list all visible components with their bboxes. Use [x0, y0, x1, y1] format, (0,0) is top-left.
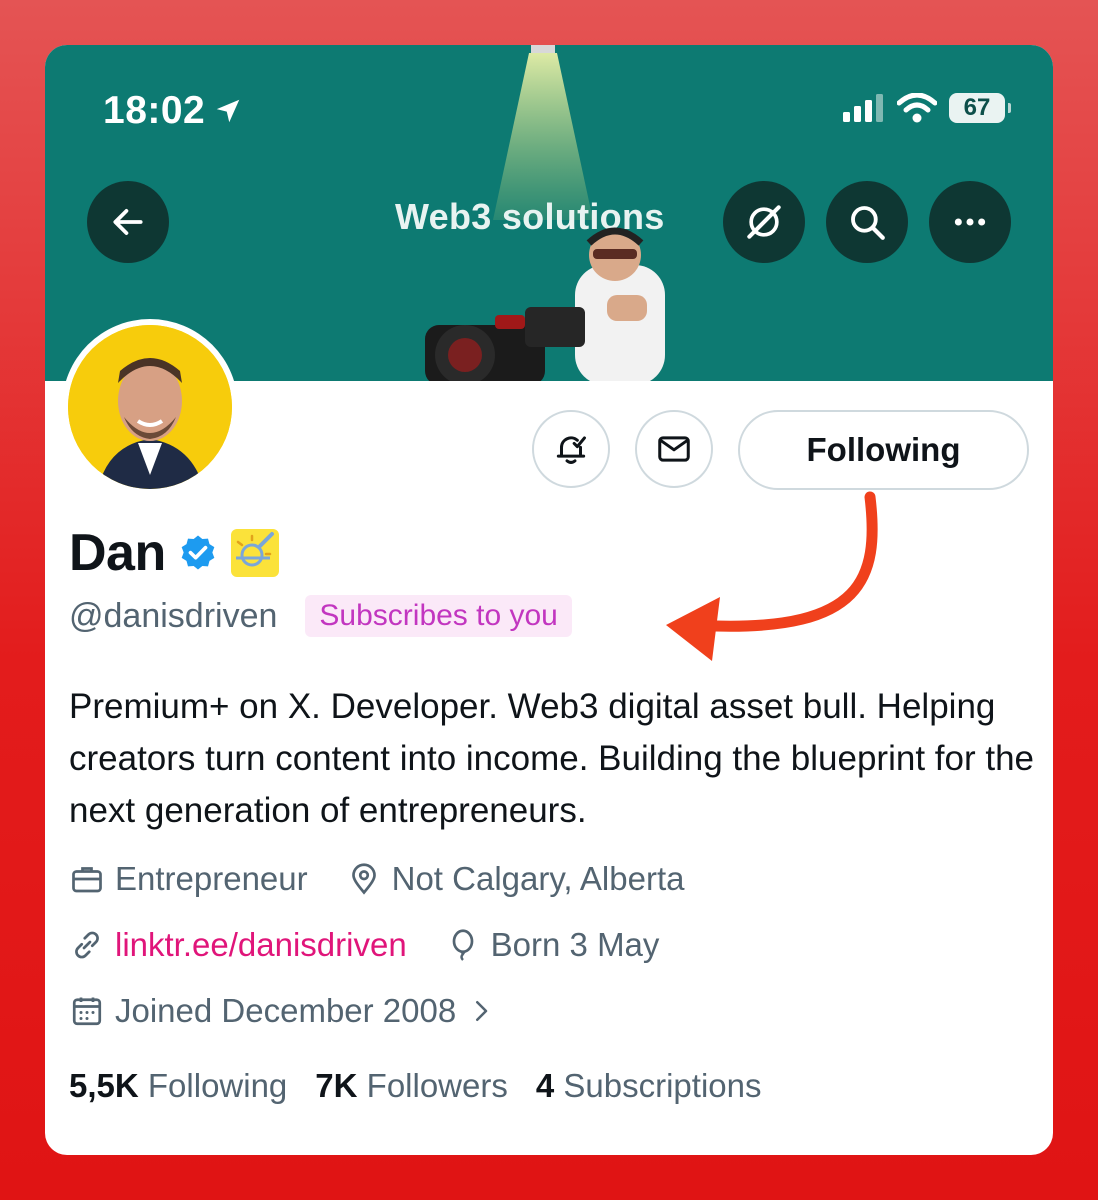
following-count: 5,5K	[69, 1067, 139, 1104]
battery-indicator: 67	[949, 93, 1011, 123]
website-item[interactable]: linktr.ee/danisdriven	[69, 926, 407, 964]
back-button[interactable]	[87, 181, 169, 263]
subscriptions-stat[interactable]: 4 Subscriptions	[536, 1067, 762, 1105]
display-name: Dan	[69, 524, 166, 582]
subscriptions-count: 4	[535, 1067, 555, 1104]
joined-item[interactable]: Joined December 2008	[69, 992, 496, 1030]
profile-banner: 18:02 67 Web3 solutions	[45, 45, 1053, 381]
meta-row-2: linktr.ee/danisdriven Born 3 May	[69, 926, 659, 964]
calendar-icon	[72, 997, 102, 1026]
status-time-text: 18:02	[103, 89, 206, 132]
avatar-photo	[68, 325, 232, 489]
location-arrow-icon	[217, 99, 240, 123]
profile-card: 18:02 67 Web3 solutions Following Dan @d…	[45, 45, 1053, 1155]
banner-photo	[425, 227, 665, 381]
following-label: Following	[147, 1067, 288, 1104]
follow-stats: 5,5K Following 7K Followers 4 Subscripti…	[69, 1067, 762, 1105]
search-button[interactable]	[826, 181, 908, 263]
location-icon	[351, 863, 376, 895]
followers-count: 7K	[315, 1067, 358, 1104]
status-time: 18:02	[103, 89, 243, 133]
category-text: Entrepreneur	[115, 860, 308, 897]
verified-icon[interactable]	[178, 533, 218, 573]
profile-bio: Premium+ on X. Developer. Web3 digital a…	[69, 687, 1034, 830]
name-row: Dan	[69, 523, 280, 583]
balloon-icon	[452, 929, 474, 961]
notifications-button[interactable]	[532, 410, 610, 488]
meta-row-1: Entrepreneur Not Calgary, Alberta	[69, 860, 684, 898]
category-item: Entrepreneur	[69, 860, 308, 898]
followers-stat[interactable]: 7K Followers	[315, 1067, 508, 1105]
website-link[interactable]: linktr.ee/danisdriven	[115, 926, 407, 964]
chevron-right-icon	[476, 1001, 488, 1021]
birthday-item: Born 3 May	[445, 926, 660, 964]
subscribes-badge: Subscribes to you	[305, 595, 572, 637]
more-icon	[954, 218, 986, 226]
handle-row: @danisdriven Subscribes to you	[69, 595, 572, 637]
following-stat[interactable]: 5,5K Following	[69, 1067, 287, 1105]
mail-icon	[658, 436, 690, 462]
grok-button[interactable]	[723, 181, 805, 263]
bell-icon	[556, 436, 586, 464]
subscriptions-label: Subscriptions	[563, 1067, 762, 1104]
no-grok-icon	[747, 205, 781, 239]
birthday-text: Born 3 May	[490, 926, 660, 963]
following-button[interactable]: Following	[738, 410, 1029, 490]
avatar	[68, 325, 232, 489]
link-icon	[75, 931, 99, 959]
search-icon	[851, 206, 885, 240]
wifi-icon	[897, 93, 937, 123]
meta-row-3[interactable]: Joined December 2008	[69, 992, 496, 1030]
joined-text: Joined December 2008	[115, 992, 457, 1029]
message-button[interactable]	[635, 410, 713, 488]
signal-icon	[843, 94, 883, 122]
username-handle: @danisdriven	[69, 596, 278, 635]
location-item: Not Calgary, Alberta	[346, 860, 685, 898]
more-button[interactable]	[929, 181, 1011, 263]
briefcase-icon	[72, 867, 102, 893]
followers-label: Followers	[366, 1067, 508, 1104]
back-arrow-icon	[113, 209, 143, 235]
status-indicators: 67	[843, 93, 1011, 123]
avatar-container[interactable]	[62, 319, 238, 495]
location-text: Not Calgary, Alberta	[391, 860, 685, 897]
emoji-badge-icon[interactable]	[230, 528, 280, 578]
